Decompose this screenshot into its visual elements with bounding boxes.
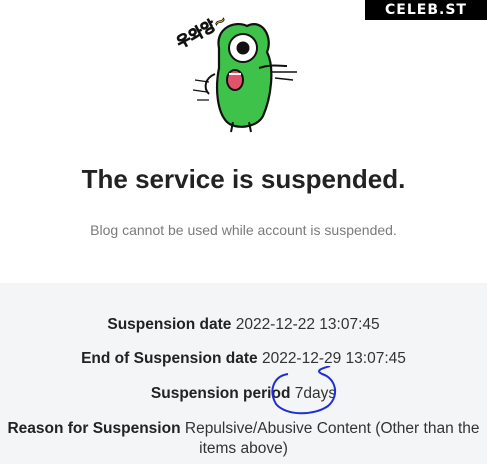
reason-label: Reason for Suspension: [7, 420, 181, 437]
reason-row: Reason for Suspension Repulsive/Abusive …: [0, 419, 487, 459]
period-value: 7days: [294, 385, 337, 402]
end-date-label: End of Suspension date: [81, 350, 258, 367]
suspension-date-label: Suspension date: [107, 316, 232, 333]
suspension-info-panel: Suspension date 2022-12-22 13:07:45 End …: [0, 283, 487, 464]
page-subtitle: Blog cannot be used while account is sus…: [90, 222, 397, 238]
period-row: Suspension period 7days: [0, 384, 487, 404]
reason-value: Repulsive/Abusive Content (Other than th…: [184, 420, 480, 457]
end-date-value: 2022-12-29 13:07:45: [261, 350, 406, 367]
page-title: The service is suspended.: [81, 164, 406, 194]
end-date-row: End of Suspension date 2022-12-29 13:07:…: [0, 349, 487, 369]
suspension-date-value: 2022-12-22 13:07:45: [235, 316, 380, 333]
suspension-date-row: Suspension date 2022-12-22 13:07:45: [0, 315, 487, 335]
celeb-watermark: CELEB.ST: [365, 0, 487, 20]
period-label: Suspension period: [150, 385, 291, 402]
mascot-illustration: 우와앙~: [175, 10, 297, 133]
